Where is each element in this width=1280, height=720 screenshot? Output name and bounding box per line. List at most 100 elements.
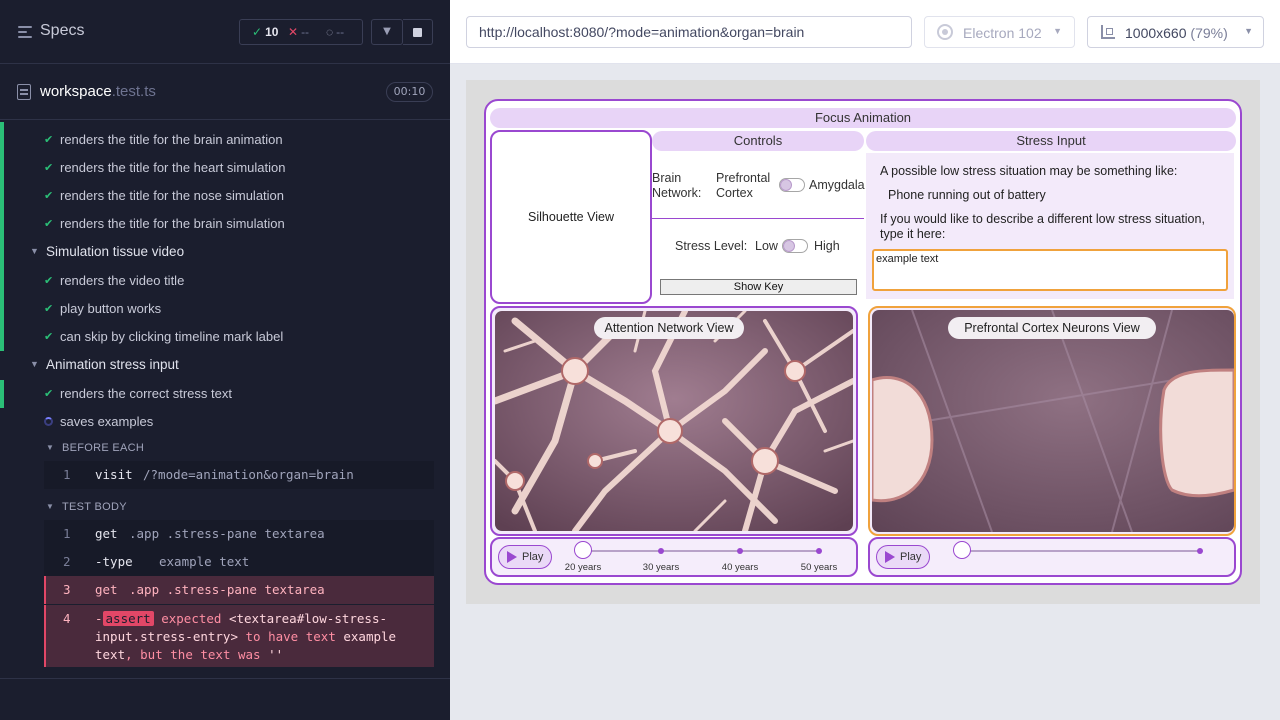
- app-title: Focus Animation: [490, 108, 1236, 128]
- low-label: Low: [755, 239, 778, 253]
- file-icon: [17, 84, 31, 100]
- assertion-message: - assert expected <textarea#low-stress-in…: [95, 611, 397, 662]
- check-icon: ✔: [44, 331, 54, 343]
- chevron-down-icon[interactable]: ▼: [371, 19, 403, 45]
- low-stress-textarea[interactable]: example text: [872, 249, 1228, 291]
- right-video-controls: Play: [868, 537, 1236, 577]
- chevron-down-icon: ▼: [1053, 26, 1062, 36]
- test-body-section[interactable]: ▼ TEST BODY: [0, 497, 434, 519]
- left-video-controls: Play 20 years 30 years 40 years 50 years: [490, 537, 858, 577]
- timeline-mark-label[interactable]: 40 years: [715, 562, 765, 573]
- spinner-icon: [44, 417, 53, 426]
- command-row[interactable]: 1 get .app .stress-pane textarea: [44, 520, 434, 548]
- stress-level-toggle[interactable]: [782, 239, 808, 253]
- stop-button[interactable]: [403, 19, 433, 45]
- divider: [0, 678, 450, 679]
- failed-stat: ✕ --: [288, 25, 310, 39]
- test-row[interactable]: ✔ renders the title for the nose simulati…: [0, 182, 434, 210]
- silhouette-view: Silhouette View: [490, 130, 652, 304]
- timeline-handle[interactable]: [953, 541, 971, 559]
- chevron-down-icon: ▼: [46, 502, 55, 511]
- command-log-panel: Specs ✓ 10 ✕ -- ◌ -- ▼ workspace.test.ts 00…: [0, 0, 450, 720]
- stress-title: Stress Input: [866, 131, 1236, 151]
- suite-row[interactable]: ▼ Animation stress input: [0, 352, 434, 380]
- chevron-down-icon: ▼: [46, 443, 55, 452]
- timeline-mark[interactable]: [658, 548, 664, 554]
- stress-pane: A possible low stress situation may be s…: [866, 153, 1234, 299]
- check-icon: ✔: [44, 275, 54, 287]
- specs-list-icon[interactable]: [18, 26, 32, 38]
- play-icon: [507, 551, 517, 563]
- check-icon: ✔: [44, 388, 54, 400]
- check-icon: ✔: [44, 190, 54, 202]
- command-row[interactable]: 2 -type example text: [44, 548, 434, 576]
- stress-prompt: If you would like to describe a differen…: [880, 212, 1205, 241]
- browser-selector[interactable]: Electron 102 ▼: [924, 16, 1075, 48]
- check-icon: ✔: [44, 218, 54, 230]
- assertion-error-row[interactable]: 4 - assert expected <textarea#low-stress-…: [44, 605, 434, 667]
- attention-network-pane: Attention Network View: [490, 306, 858, 536]
- timeline-mark[interactable]: [1197, 548, 1203, 554]
- spec-duration: 00:10: [386, 82, 433, 102]
- play-button[interactable]: Play: [876, 545, 930, 569]
- focus-animation-app: Focus Animation Controls Stress Input Si…: [484, 99, 1242, 585]
- neuron-network-image: [495, 311, 853, 531]
- chevron-down-icon: ▼: [30, 246, 39, 256]
- timeline-mark-label[interactable]: 50 years: [794, 562, 844, 573]
- test-stats: ✓ 10 ✕ -- ◌ --: [239, 19, 363, 45]
- suite-row[interactable]: ▼ Simulation tissue video: [0, 239, 434, 267]
- play-button[interactable]: Play: [498, 545, 552, 569]
- timeline-mark[interactable]: [737, 548, 743, 554]
- brain-network-toggle[interactable]: [779, 178, 805, 192]
- test-row[interactable]: ✔ can skip by clicking timeline mark labe…: [0, 323, 434, 351]
- specs-label[interactable]: Specs: [40, 22, 84, 40]
- prefrontal-label: Prefrontal Cortex: [716, 171, 771, 200]
- test-row[interactable]: ✔ play button works: [0, 295, 434, 323]
- test-row-running[interactable]: saves examples: [0, 408, 434, 436]
- prefrontal-neurons-title: Prefrontal Cortex Neurons View: [948, 317, 1156, 339]
- reporter-header: Specs ✓ 10 ✕ -- ◌ -- ▼: [0, 0, 450, 64]
- url-bar[interactable]: http://localhost:8080/?mode=animation&or…: [466, 16, 912, 48]
- spec-file-row: workspace.test.ts 00:10: [0, 64, 450, 120]
- test-row[interactable]: ✔ renders the correct stress text: [0, 380, 434, 408]
- timeline-mark[interactable]: [816, 548, 822, 554]
- divider: [652, 218, 864, 219]
- before-each-hook[interactable]: ▼ BEFORE EACH: [0, 438, 434, 460]
- test-row[interactable]: ✔ renders the video title: [0, 267, 434, 295]
- command-row[interactable]: 1 visit /?mode=animation&organ=brain: [44, 461, 434, 489]
- test-row[interactable]: ✔ renders the title for the heart simulat…: [0, 154, 434, 182]
- passed-stat: ✓ 10: [252, 25, 279, 39]
- electron-icon: [937, 24, 953, 40]
- stress-intro: A possible low stress situation may be s…: [880, 164, 1178, 178]
- controls-pane: Brain Network: Prefrontal Cortex Amygdal…: [652, 153, 865, 305]
- timeline-handle[interactable]: [574, 541, 592, 559]
- check-icon: ✔: [44, 134, 54, 146]
- chevron-down-icon: ▼: [1244, 26, 1253, 36]
- aut-header: http://localhost:8080/?mode=animation&or…: [450, 0, 1280, 64]
- brain-network-label: Brain Network:: [652, 171, 702, 200]
- amygdala-label: Amygdala: [809, 178, 865, 192]
- timeline-mark-label[interactable]: 30 years: [636, 562, 686, 573]
- timeline-mark-label[interactable]: 20 years: [558, 562, 608, 573]
- pending-stat: ◌ --: [326, 25, 345, 39]
- assert-badge: assert: [102, 611, 154, 626]
- spec-file-name: workspace.test.ts: [40, 83, 156, 100]
- show-key-button[interactable]: Show Key: [660, 279, 857, 295]
- stress-level-label: Stress Level:: [675, 239, 748, 253]
- test-row[interactable]: ✔ renders the title for the brain simulat…: [0, 210, 434, 238]
- stop-icon: [413, 28, 422, 37]
- timeline-track[interactable]: [962, 550, 1200, 552]
- timeline-track[interactable]: [583, 550, 821, 552]
- prefrontal-neurons-pane: Prefrontal Cortex Neurons View: [868, 306, 1236, 536]
- check-icon: ✔: [44, 162, 54, 174]
- attention-network-title: Attention Network View: [594, 317, 744, 339]
- test-row[interactable]: ✔ renders the title for the brain animati…: [0, 126, 434, 154]
- viewport-icon: [1101, 25, 1115, 39]
- neuron-closeup-image: [872, 310, 1234, 532]
- viewport-selector[interactable]: 1000x660 (79%) ▼: [1087, 16, 1264, 48]
- controls-title: Controls: [652, 131, 864, 151]
- chevron-down-icon: ▼: [30, 359, 39, 369]
- stress-example: Phone running out of battery: [888, 188, 1046, 202]
- command-row-failed[interactable]: 3 get .app .stress-pane textarea: [44, 576, 434, 604]
- play-icon: [885, 551, 895, 563]
